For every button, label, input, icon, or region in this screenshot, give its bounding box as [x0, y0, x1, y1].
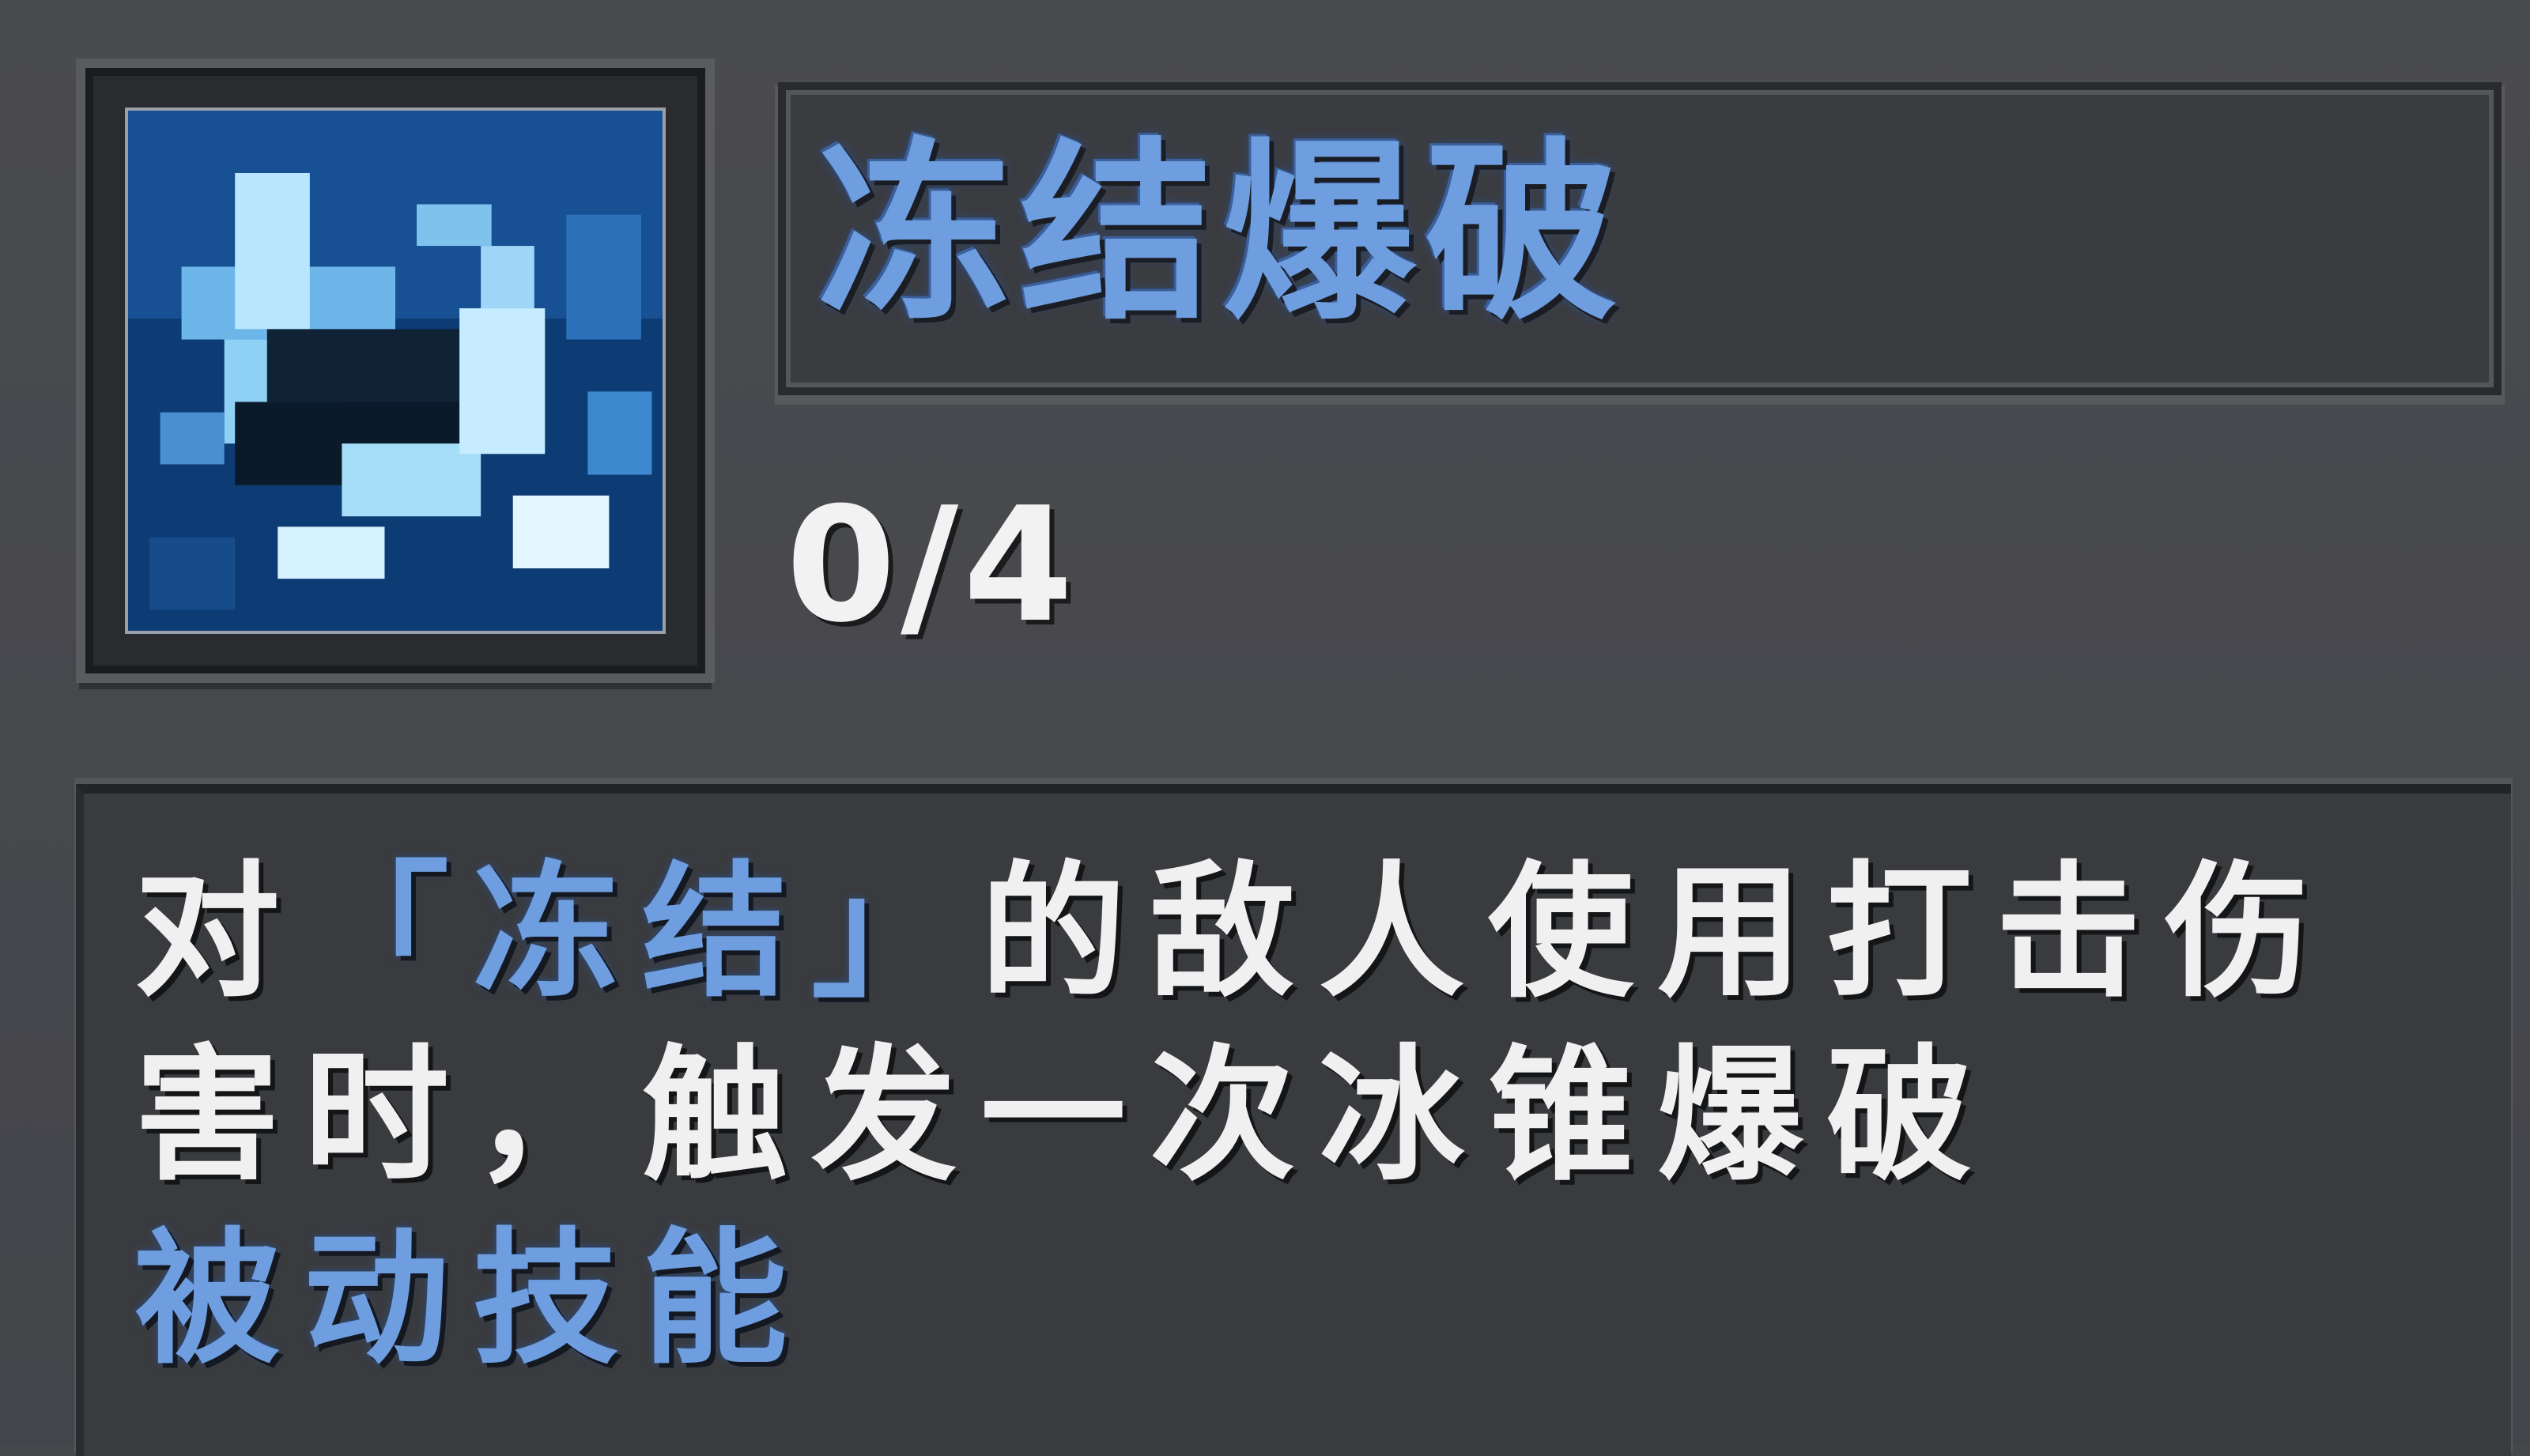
ice-shatter-icon — [128, 111, 663, 631]
skill-icon-frame[interactable] — [85, 68, 705, 673]
skill-name: 冻结爆破 — [818, 122, 1627, 346]
skill-level-count: 0/4 — [786, 473, 1078, 658]
skill-title-bar: 冻结爆破 — [778, 82, 2502, 395]
skill-icon — [125, 108, 666, 634]
skill-card: 冻结爆破 0/4 对「冻结」的敌人使用打击伤 害时，触发一次冰锥爆破 被动技能 — [0, 0, 2530, 1456]
description-suffix: 的敌人使用打击伤 — [980, 848, 2335, 1017]
skill-type-label: 被动技能 — [134, 1215, 812, 1384]
keyword-freeze[interactable]: 「冻结」 — [304, 848, 980, 1017]
description-prefix: 对 — [134, 848, 304, 1017]
description-line-2: 害时，触发一次冰锥爆破 — [134, 1032, 1996, 1201]
description-line-1: 对「冻结」的敌人使用打击伤 — [134, 860, 2334, 1005]
skill-description-panel: 对「冻结」的敌人使用打击伤 害时，触发一次冰锥爆破 被动技能 — [76, 784, 2511, 1456]
